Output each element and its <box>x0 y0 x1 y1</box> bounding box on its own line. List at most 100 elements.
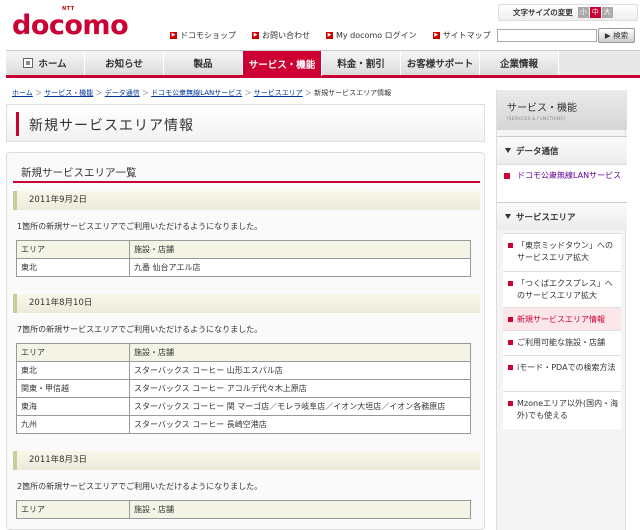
page-title: 新規サービスエリア情報 <box>29 118 194 134</box>
sidebar-category-area[interactable]: サービスエリア <box>497 202 627 230</box>
search-button[interactable]: ▶ 検索 <box>598 28 635 43</box>
page-title-box: 新規サービスエリア情報 <box>6 104 485 142</box>
logo-text: docomo <box>12 10 129 41</box>
column-header-area: エリア <box>16 240 130 259</box>
sidebar-item-label: iモード・PDAでの検索方法 <box>517 363 616 372</box>
gnav-news[interactable]: お知らせ <box>85 51 164 75</box>
gnav-label: 料金・割引 <box>337 59 385 70</box>
sidebar-item-label: 「東京ミッドタウン」へのサービスエリア拡大 <box>517 241 613 262</box>
facility-cell: スターバックス コーヒー 関 マーゴ店／モレラ岐阜店／イオン大垣店／イオン各務原… <box>129 397 471 416</box>
sidebar-item-label: ご利用可能な施設・店舗 <box>517 338 605 347</box>
bullet-icon <box>504 173 510 179</box>
category-label: サービスエリア <box>516 212 576 223</box>
gnav-corporate[interactable]: 企業情報 <box>480 51 559 75</box>
font-size-label: 文字サイズの変更 <box>513 8 573 17</box>
section-text: 1箇所の新規サービスエリアでご利用いただけるようになりました。 <box>17 222 263 231</box>
gnav-pricing[interactable]: 料金・割引 <box>322 51 401 75</box>
topnav-mydocomo-login[interactable]: ▶ My docomo ログイン <box>326 30 417 41</box>
facility-cell: スターバックス コーヒー アコルデ代々木上原店 <box>129 379 471 398</box>
sidebar-header: サービス・機能 [SERVICES & FUNCTIONS] <box>497 90 627 130</box>
gnav-label: お知らせ <box>105 59 143 70</box>
table-header-row: エリア 施設・店舗 <box>16 240 471 259</box>
breadcrumb-wlan[interactable]: ドコモ公衆無線LANサービス <box>151 89 242 97</box>
font-size-switcher: 文字サイズの変更 小 中 大 <box>498 4 638 21</box>
sidebar-subtitle: [SERVICES & FUNCTIONS] <box>507 116 566 121</box>
font-size-small-button[interactable]: 小 <box>577 7 589 18</box>
area-cell: 関東・甲信越 <box>16 379 130 398</box>
search-icon: ▶ <box>604 31 611 40</box>
sidebar-item-label: ドコモ公衆無線LANサービス <box>517 171 622 180</box>
date-header: 2011年8月10日 <box>13 294 480 313</box>
gnav-label: 製品 <box>193 59 213 70</box>
utility-nav: ▶ ドコモショップ ▶ お問い合わせ ▶ My docomo ログイン ▶ サイトマップ <box>170 30 491 41</box>
bullet-icon <box>508 317 513 322</box>
font-size-large-button[interactable]: 大 <box>601 7 613 18</box>
facility-cell: 九番 仙台アエル店 <box>129 258 471 277</box>
gnav-label: ホーム <box>38 59 67 70</box>
topnav-contact[interactable]: ▶ お問い合わせ <box>252 30 310 41</box>
bullet-icon <box>508 243 513 248</box>
gnav-label: サービス・機能 <box>248 59 316 71</box>
table-row: 東北 スターバックス コーヒー 山形エスパル店 <box>16 361 471 380</box>
breadcrumb-services[interactable]: サービス・機能 <box>44 89 93 97</box>
breadcrumb-home[interactable]: ホーム <box>12 89 33 97</box>
breadcrumb-area[interactable]: サービスエリア <box>254 89 303 97</box>
area-cell: 東北 <box>16 361 130 380</box>
area-list-panel: 新規サービスエリア一覧 2011年9月2日 1箇所の新規サービスエリアでご利用い… <box>6 152 485 530</box>
date-header: 2011年9月2日 <box>13 191 480 210</box>
sidebar-category-data[interactable]: データ通信 <box>497 136 627 164</box>
breadcrumb-data[interactable]: データ通信 <box>105 89 140 97</box>
global-nav: ホーム お知らせ 製品 サービス・機能 料金・割引 お客様サポート 企業情報 <box>6 50 640 78</box>
gnav-support[interactable]: お客様サポート <box>401 51 480 75</box>
update-section: 2011年8月3日 2箇所の新規サービスエリアでご利用いただけるようになりました… <box>13 451 480 519</box>
facility-cell: スターバックス コーヒー 山形エスパル店 <box>129 361 471 380</box>
font-size-medium-button[interactable]: 中 <box>589 7 601 18</box>
docomo-logo[interactable]: NTT docomo <box>12 6 129 41</box>
area-table: エリア 施設・店舗 東北 九番 仙台アエル店 <box>16 240 471 277</box>
search-input[interactable] <box>497 29 597 42</box>
sidebar-item-midtown[interactable]: 「東京ミッドタウン」へのサービスエリア拡大 <box>503 233 621 271</box>
gnav-label: 企業情報 <box>499 59 538 70</box>
sidebar-item-tsukuba[interactable]: 「つくばエクスプレス」へのサービスエリア拡大 <box>503 271 621 307</box>
column-header-facility: 施設・店舗 <box>129 240 471 259</box>
date-header: 2011年8月3日 <box>13 451 480 470</box>
column-header-area: エリア <box>16 500 130 519</box>
home-icon <box>23 58 34 68</box>
arrow-icon: ▶ <box>252 32 259 39</box>
topnav-docomo-shop[interactable]: ▶ ドコモショップ <box>170 30 236 41</box>
bullet-icon <box>508 365 513 370</box>
sidebar: サービス・機能 [SERVICES & FUNCTIONS] データ通信 ドコモ… <box>496 90 627 530</box>
breadcrumb-current: 新規サービスエリア情報 <box>314 89 392 97</box>
gnav-services[interactable]: サービス・機能 <box>243 51 322 76</box>
arrow-icon: ▶ <box>432 32 440 39</box>
topnav-label: My docomo ログイン <box>336 31 417 40</box>
table-row: 東北 九番 仙台アエル店 <box>16 258 471 277</box>
sidebar-title: サービス・機能 <box>507 103 577 114</box>
section-text: 7箇所の新規サービスエリアでご利用いただけるようになりました。 <box>17 325 263 334</box>
sidebar-item-mzone[interactable]: Mzoneエリア以外(国内・海外)でも使える <box>503 391 621 429</box>
main-content: 新規サービスエリア情報 新規サービスエリア一覧 2011年9月2日 1箇所の新規… <box>6 104 485 530</box>
panel-divider <box>13 181 480 183</box>
column-header-facility: 施設・店舗 <box>129 500 471 519</box>
gnav-home[interactable]: ホーム <box>6 51 85 75</box>
gnav-products[interactable]: 製品 <box>164 51 243 75</box>
update-section: 2011年9月2日 1箇所の新規サービスエリアでご利用いただけるようになりました… <box>13 191 480 277</box>
area-cell: 東北 <box>16 258 130 277</box>
sidebar-item-label: Mzoneエリア以外(国内・海外)でも使える <box>517 399 619 420</box>
topnav-label: サイトマップ <box>442 31 491 40</box>
sidebar-item-facilities[interactable]: ご利用可能な施設・店舗 <box>503 330 621 355</box>
table-row: 関東・甲信越 スターバックス コーヒー アコルデ代々木上原店 <box>16 379 471 398</box>
topnav-label: ドコモショップ <box>180 31 236 40</box>
area-cell: 九州 <box>16 415 130 434</box>
sidebar-item-new-area[interactable]: 新規サービスエリア情報 <box>503 307 621 330</box>
search-button-label: 検索 <box>613 31 629 40</box>
sidebar-item-wlan[interactable]: ドコモ公衆無線LANサービス <box>497 164 627 202</box>
sidebar-item-label: 新規サービスエリア情報 <box>517 315 605 324</box>
topnav-sitemap[interactable]: ▶ サイトマップ <box>432 30 491 41</box>
topnav-label: お問い合わせ <box>262 31 310 40</box>
panel-title: 新規サービスエリア一覧 <box>21 167 137 179</box>
arrow-icon: ▶ <box>326 32 333 39</box>
sidebar-item-imode-search[interactable]: iモード・PDAでの検索方法 <box>503 355 621 391</box>
section-text: 2箇所の新規サービスエリアでご利用いただけるようになりました。 <box>17 482 263 491</box>
bullet-icon <box>508 340 513 345</box>
